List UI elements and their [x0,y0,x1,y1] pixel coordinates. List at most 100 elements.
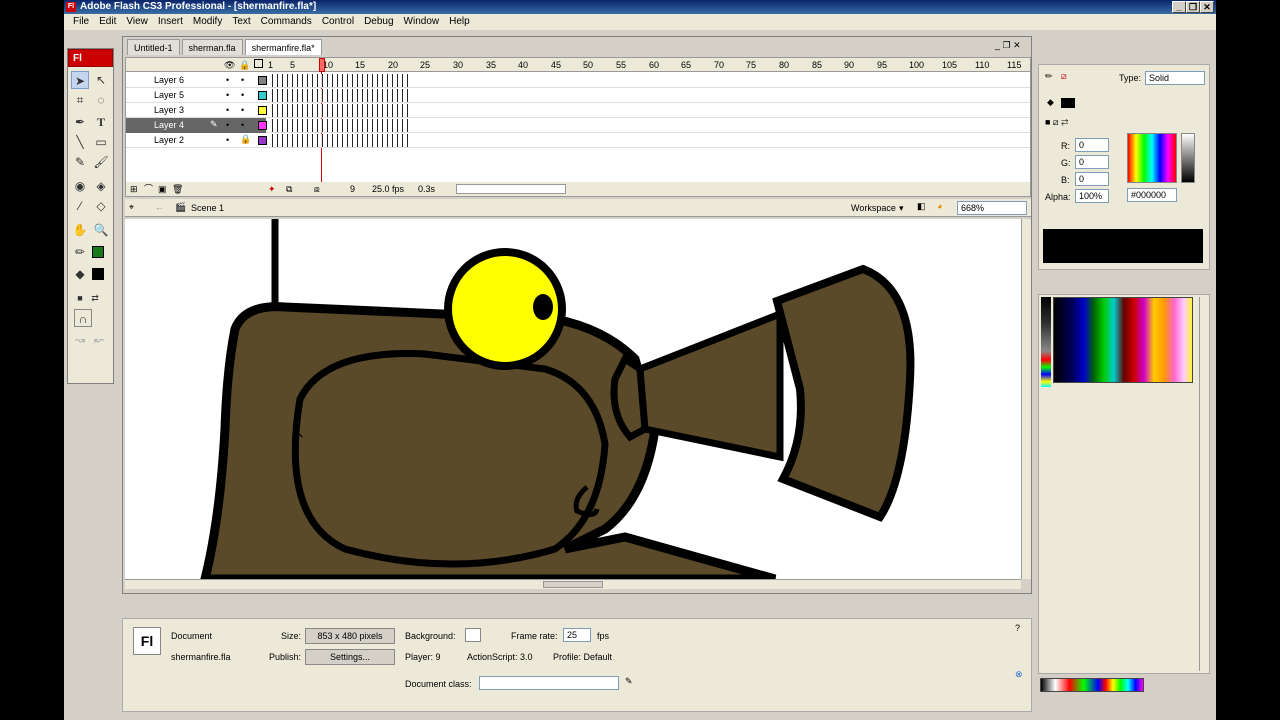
swatch-tools-icon[interactable]: ■ ⧄ ⇄ [1045,117,1068,128]
swatches-scrollbar[interactable] [1199,297,1209,671]
workspace-dropdown[interactable]: Workspace [851,203,896,213]
background-swatch[interactable] [465,628,481,642]
gradient-swatches[interactable] [1040,678,1144,692]
eraser-tool-icon[interactable]: ◇ [92,197,110,215]
layer-frames[interactable] [268,104,408,117]
basic-colors-column[interactable] [1041,297,1051,387]
edit-multiple-frames-icon[interactable]: ⧈ [314,182,320,196]
outline-icon[interactable] [254,59,263,68]
zoom-tool-icon[interactable]: 🔍 [92,221,110,239]
text-tool-icon[interactable]: T [92,113,110,131]
b-input[interactable]: 0 [1075,172,1109,186]
menu-help[interactable]: Help [444,14,475,30]
swap-colors-icon[interactable]: ⇄ [86,289,104,307]
layer-name[interactable]: Layer 6 [126,73,266,88]
alpha-input[interactable]: 100% [1075,189,1109,203]
menu-view[interactable]: View [121,14,153,30]
layer-frames[interactable] [268,74,408,87]
layer-color-swatch[interactable] [258,91,267,100]
layer-frames[interactable] [268,134,408,147]
menu-commands[interactable]: Commands [256,14,317,30]
fill-color-swatch[interactable] [92,268,104,280]
color-spectrum[interactable] [1127,133,1177,183]
size-button[interactable]: 853 x 480 pixels [305,628,395,644]
tab-sherman[interactable]: sherman.fla [181,39,243,55]
g-input[interactable]: 0 [1075,155,1109,169]
edit-pencil-icon[interactable]: ✎ [625,676,633,687]
back-arrow-icon[interactable]: ← [155,202,164,212]
onion-skin-icon[interactable]: ⧉ [286,182,292,196]
menu-edit[interactable]: Edit [94,14,121,30]
menu-text[interactable]: Text [227,14,255,30]
fill-icon[interactable]: ◆ [1047,97,1054,108]
doc-window-controls[interactable]: _ ❐ ✕ [995,40,1021,51]
stroke-color-swatch[interactable] [92,246,104,258]
pencil-tool-icon[interactable]: ✎ [71,153,89,171]
zoom-select[interactable]: 668% [957,201,1027,215]
selection-tool-icon[interactable]: ➤ [71,71,89,89]
paint-bucket-tool-icon[interactable]: ◈ [92,177,110,195]
subselection-tool-icon[interactable]: ↖ [92,71,110,89]
layer-color-swatch[interactable] [258,121,267,130]
playhead[interactable] [319,58,325,72]
layer-frames[interactable] [268,119,408,132]
maximize-button[interactable]: ❐ [1186,1,1200,13]
fill-color-icon[interactable]: ◆ [71,265,89,283]
delete-layer-icon[interactable]: 🗑 [172,182,183,196]
insert-folder-icon[interactable]: ▣ [158,182,167,196]
close-button[interactable]: ✕ [1200,1,1214,13]
layer-name[interactable]: Layer 4 [126,118,266,133]
stroke-color-icon[interactable]: ✏ [71,243,89,261]
insert-layer-icon[interactable]: ⊞ [130,182,138,196]
layer-color-swatch[interactable] [258,136,267,145]
docclass-input[interactable] [479,676,619,690]
menu-file[interactable]: File [68,14,94,30]
web-swatches-grid[interactable] [1053,297,1193,383]
layer-row-selected[interactable]: Layer 4 ✎ • • [126,118,1030,133]
tab-shermanfire[interactable]: shermanfire.fla* [244,39,322,55]
straighten-icon[interactable]: ↜ [90,331,108,349]
type-select[interactable]: Solid [1145,71,1205,85]
ink-bottle-tool-icon[interactable]: ◉ [71,177,89,195]
stage-horizontal-scrollbar[interactable] [125,579,1021,589]
hscroll-thumb[interactable] [543,581,603,588]
tab-untitled-1[interactable]: Untitled-1 [127,39,180,55]
menu-control[interactable]: Control [317,14,359,30]
edit-symbols-icon[interactable]: ◧ [917,201,926,212]
framerate-input[interactable]: 25 [563,628,591,642]
menu-modify[interactable]: Modify [188,14,227,30]
layer-row[interactable]: Layer 2 • 🔒 [126,133,1030,148]
center-frame-icon[interactable]: ✦ [268,182,276,196]
stroke-icon[interactable]: ✏ [1045,71,1053,82]
snap-to-objects-icon[interactable]: ∩ [74,309,92,327]
layer-row[interactable]: Layer 6 • • [126,73,1030,88]
fill-swatch[interactable] [1061,98,1075,108]
menu-debug[interactable]: Debug [359,14,398,30]
free-transform-tool-icon[interactable]: ⌗ [71,91,89,109]
rectangle-tool-icon[interactable]: ▭ [92,133,110,151]
stage-canvas[interactable]: ↖ [125,219,1021,579]
motion-guide-icon[interactable]: ⌒ [144,182,153,196]
smooth-icon[interactable]: ↝ [71,331,89,349]
menu-insert[interactable]: Insert [153,14,188,30]
edit-scene-icon[interactable]: ◕ [937,201,942,211]
eye-icon[interactable]: 👁 [224,60,235,71]
minimize-button[interactable]: _ [1172,1,1186,13]
eyedropper-tool-icon[interactable]: ⁄ [71,197,89,215]
timeline-toggle-icon[interactable]: ⌖ [129,202,134,213]
menu-window[interactable]: Window [399,14,445,30]
pen-tool-icon[interactable]: ✒ [71,113,89,131]
hex-input[interactable]: #000000 [1127,188,1177,202]
timeline-hscroll[interactable] [456,184,566,194]
hand-tool-icon[interactable]: ✋ [71,221,89,239]
brush-tool-icon[interactable]: 🖌 [92,153,110,171]
r-input[interactable]: 0 [1075,138,1109,152]
no-color-icon[interactable]: ⧄ [1061,71,1067,82]
settings-button[interactable]: Settings... [305,649,395,665]
help-icon[interactable]: ? [1015,623,1020,633]
layer-row[interactable]: Layer 5 • • [126,88,1030,103]
layer-color-swatch[interactable] [258,76,267,85]
layer-color-swatch[interactable] [258,106,267,115]
line-tool-icon[interactable]: ╲ [71,133,89,151]
layer-frames[interactable] [268,89,408,102]
